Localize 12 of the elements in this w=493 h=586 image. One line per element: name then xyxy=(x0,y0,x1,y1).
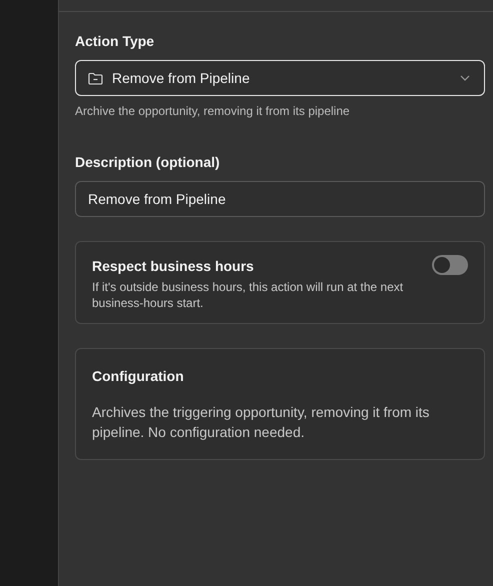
chevron-down-icon xyxy=(460,75,470,81)
card-title: Configuration xyxy=(92,368,185,384)
card-description: Archives the triggering opportunity, removing it from its pipeline. No configuration needed. xyxy=(92,403,430,442)
card-title: Respect business hours xyxy=(92,258,255,274)
helper-text: Archive the opportunity, removing it from its pipeline xyxy=(75,104,351,118)
field-label: Action Type xyxy=(75,33,156,49)
folder-icon xyxy=(88,72,103,84)
action-type-select[interactable]: Remove from Pipeline xyxy=(75,60,485,96)
toggle-switch[interactable] xyxy=(432,255,468,275)
field-label: Description (optional) xyxy=(75,154,221,170)
card-description: If it's outside business hours, this action will run at the next business-hours start. xyxy=(92,279,404,311)
description-input[interactable]: Remove from Pipeline xyxy=(75,181,485,217)
